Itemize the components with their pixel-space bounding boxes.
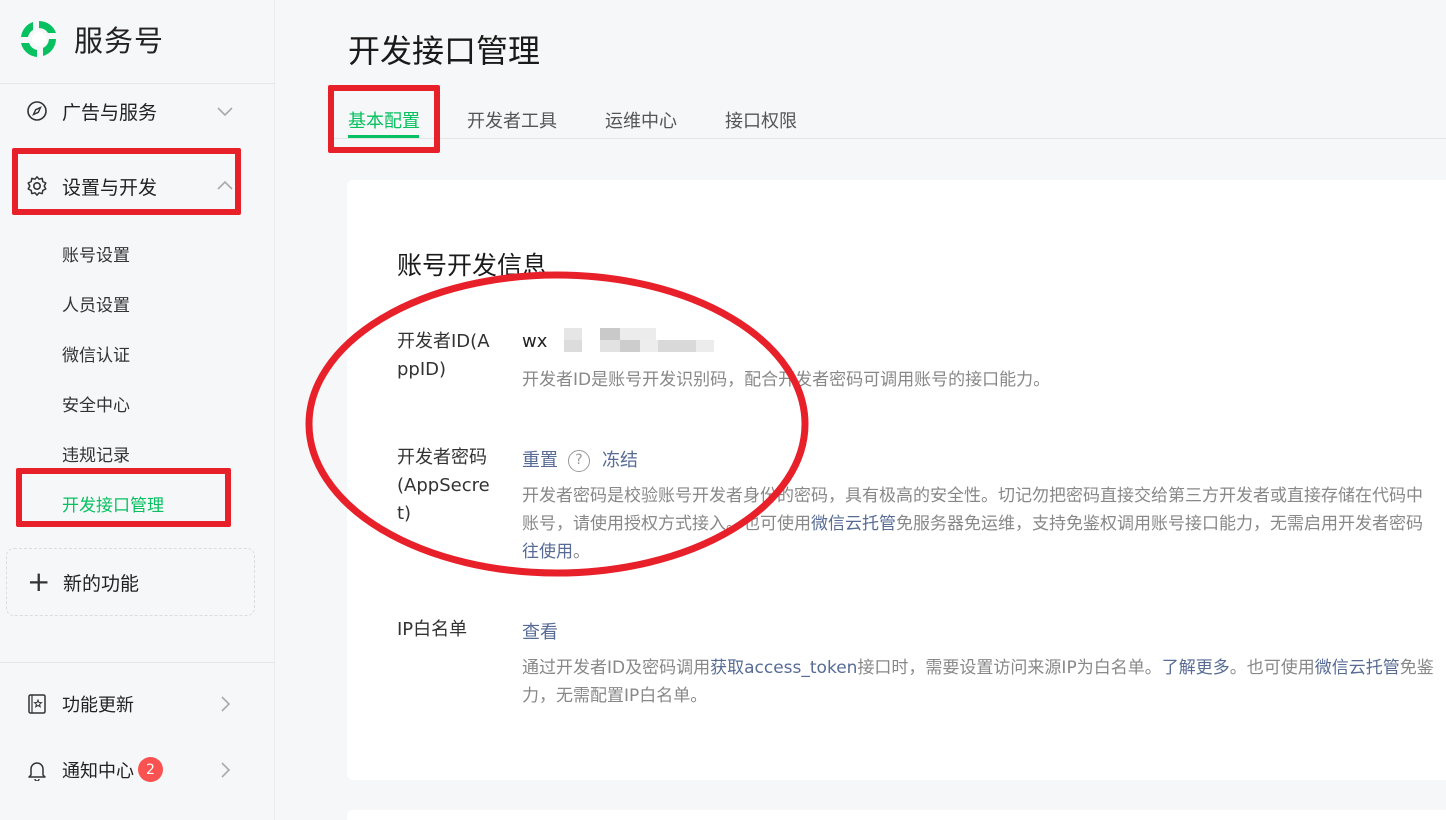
brand-logo-icon: [21, 20, 56, 57]
ip-whitelist-actions: 查看: [522, 618, 558, 644]
appid-value[interactable]: wx: [522, 331, 547, 352]
update-book-icon: [25, 692, 49, 716]
plus-icon: +: [27, 565, 51, 598]
next-card: [347, 810, 1446, 820]
desc-line: 往使用。: [522, 542, 590, 562]
sidebar-item-label: 广告与服务: [62, 101, 158, 124]
reset-secret-link[interactable]: 重置: [522, 450, 558, 471]
go-use-link[interactable]: 往使用: [522, 542, 573, 562]
brand-name: 服务号: [74, 24, 165, 58]
bell-icon: [25, 758, 49, 782]
new-feature-button[interactable]: + 新的功能: [6, 548, 255, 616]
tab-ops-center[interactable]: 运维中心: [605, 107, 677, 133]
ip-whitelist-description: 通过开发者ID及密码调用获取access_token接口时，需要设置访问来源IP…: [522, 654, 1446, 710]
brand[interactable]: 服务号: [18, 18, 164, 60]
compass-icon: [25, 99, 49, 123]
sidebar-subitem-staff-settings[interactable]: 人员设置: [62, 291, 130, 316]
desc-line: 开发者密码是校验账号开发者身份的密码，具有极高的安全性。切记勿把密码直接交给第三…: [522, 486, 1423, 506]
ip-whitelist-label: IP白名单: [397, 619, 468, 640]
sidebar-item-label: 通知中心: [62, 761, 134, 782]
appid-description: 开发者ID是账号开发识别码，配合开发者密码可调用账号的接口能力。: [522, 370, 1051, 390]
annotation-box-settings: [12, 148, 241, 215]
appsecret-description: 开发者密码是校验账号开发者身份的密码，具有极高的安全性。切记勿把密码直接交给第三…: [522, 482, 1446, 566]
new-feature-label: 新的功能: [63, 572, 140, 595]
chevron-right-icon: [221, 762, 231, 778]
appsecret-label: 开发者密码(AppSecret): [397, 447, 490, 524]
annotation-box-dev-interface: [16, 468, 231, 527]
get-access-token-link[interactable]: 获取access_token: [710, 658, 857, 678]
wechat-cloud-hosting-link[interactable]: 微信云托管: [811, 514, 896, 534]
sidebar-item-ads-services[interactable]: 广告与服务: [0, 91, 260, 131]
sidebar-item-label: 功能更新: [62, 695, 134, 716]
sidebar-subitem-violation-records[interactable]: 违规记录: [62, 441, 130, 466]
learn-more-link[interactable]: 了解更多: [1162, 658, 1230, 678]
desc-line: 通过开发者ID及密码调用获取access_token接口时，需要设置访问来源IP…: [522, 658, 1434, 678]
chevron-down-icon: [217, 107, 233, 117]
sidebar: 服务号 广告与服务 设置与开发 账号设置 人员设置 微信认证 安全中心 违规记录…: [0, 0, 275, 820]
sidebar-subitem-account-settings[interactable]: 账号设置: [62, 241, 130, 266]
sidebar-item-feature-updates[interactable]: 功能更新: [0, 684, 260, 724]
tab-api-permissions[interactable]: 接口权限: [725, 107, 797, 133]
appid-prefix: wx: [522, 331, 548, 352]
freeze-secret-link[interactable]: 冻结: [602, 450, 638, 471]
dev-info-card: 账号开发信息 开发者ID(AppID) wx 开发者ID是账号开发识别码，配合开…: [347, 180, 1446, 780]
notification-count-badge: 2: [138, 757, 163, 782]
annotation-box-basic-config: [328, 85, 440, 153]
chevron-right-icon: [221, 696, 231, 712]
tab-dev-tools[interactable]: 开发者工具: [467, 107, 557, 133]
desc-line: 账号，请使用授权方式接入。也可使用微信云托管免服务器免运维，支持免鉴权调用账号接…: [522, 514, 1423, 534]
appid-label: 开发者ID(AppID): [397, 331, 490, 380]
help-icon[interactable]: ?: [568, 450, 590, 472]
desc-line: 力，无需配置IP白名单。: [522, 686, 708, 706]
tab-bar: 基本配置 开发者工具 运维中心 接口权限: [330, 86, 1446, 139]
section-title: 账号开发信息: [397, 251, 548, 280]
sidebar-divider: [0, 83, 275, 84]
view-ip-whitelist-link[interactable]: 查看: [522, 622, 558, 643]
sidebar-divider: [0, 662, 275, 663]
page-title: 开发接口管理: [348, 32, 541, 70]
appsecret-actions: 重置? 冻结: [522, 446, 638, 472]
sidebar-subitem-security-center[interactable]: 安全中心: [62, 391, 130, 416]
wechat-cloud-hosting-link[interactable]: 微信云托管: [1315, 658, 1400, 678]
sidebar-subitem-wechat-verify[interactable]: 微信认证: [62, 341, 130, 366]
sidebar-item-notifications[interactable]: 通知中心 2: [0, 750, 260, 790]
